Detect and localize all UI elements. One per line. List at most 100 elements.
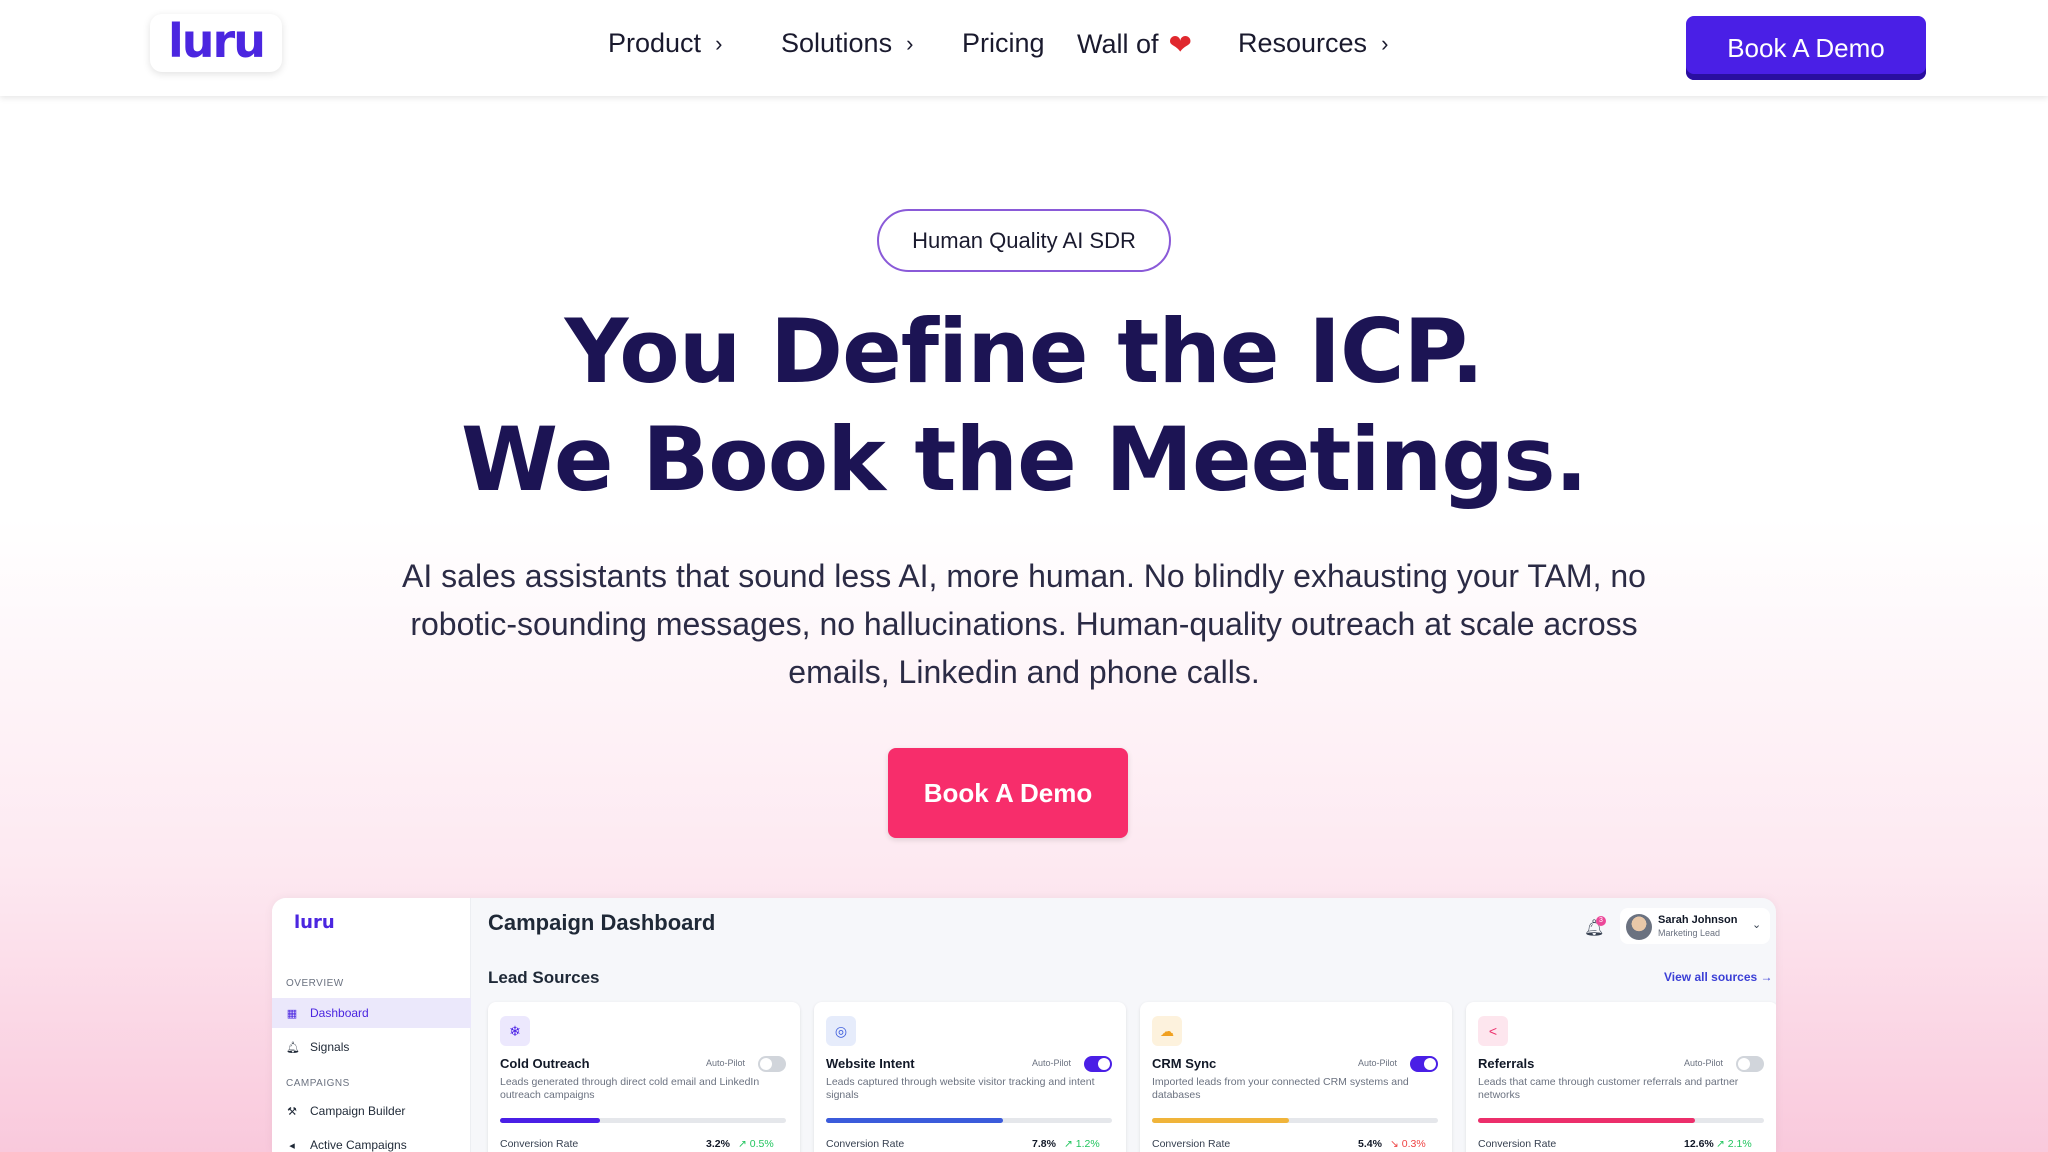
nav-pricing[interactable]: Pricing (962, 28, 1045, 59)
lead-source-icon: ◎ (826, 1016, 856, 1046)
sidebar-item-label: Signals (310, 1040, 350, 1054)
progress-fill (826, 1118, 1004, 1123)
toggle-knob (1424, 1058, 1436, 1070)
auto-pilot-label: Auto-Pilot (1684, 1058, 1724, 1068)
lead-source-icon: < (1478, 1016, 1508, 1046)
lead-source-icon: ❄ (500, 1016, 530, 1046)
lead-source-glyph: ☁ (1160, 1022, 1174, 1039)
dashboard-logo: luru (294, 912, 335, 933)
nav-wall-of-love[interactable]: Wall of ❤ (1077, 28, 1192, 61)
chevron-right-icon: › (906, 30, 914, 56)
trend-icon: ↗ (738, 1138, 747, 1150)
wrench-icon: ⚒ (287, 1105, 297, 1118)
conversion-rate-label: Conversion Rate (826, 1138, 905, 1150)
sidebar-item-label: Campaign Builder (310, 1104, 406, 1118)
conversion-delta-value: 1.2% (1075, 1138, 1100, 1150)
toggle-knob (760, 1058, 772, 1070)
lead-source-card[interactable]: ◎ Website Intent Auto-Pilot Leads captur… (814, 1002, 1126, 1152)
hero-badge: Human Quality AI SDR (877, 209, 1171, 272)
nav-pricing-label: Pricing (962, 28, 1045, 58)
auto-pilot-toggle[interactable] (1736, 1056, 1764, 1072)
lead-source-name: CRM Sync (1152, 1056, 1217, 1071)
grid-icon: ▦ (286, 1007, 298, 1020)
sidebar-item-label: Active Campaigns (310, 1138, 407, 1152)
toggle-knob (1738, 1058, 1750, 1070)
luru-logo[interactable]: luru (150, 14, 282, 72)
conversion-rate-label: Conversion Rate (500, 1138, 579, 1150)
megaphone-icon: ◂ (289, 1139, 295, 1152)
hero-title-line2: We Book the Meetings. (460, 408, 1588, 511)
auto-pilot-label: Auto-Pilot (706, 1058, 746, 1068)
auto-pilot-toggle[interactable] (1410, 1056, 1438, 1072)
sidebar-item-campaign-builder[interactable]: ⚒ Campaign Builder (272, 1096, 471, 1126)
auto-pilot-toggle[interactable] (1084, 1056, 1112, 1072)
notification-badge: 3 (1596, 916, 1606, 926)
sidebar-item-active-campaigns[interactable]: ◂ Active Campaigns (272, 1130, 471, 1152)
lead-source-description: Leads that came through customer referra… (1478, 1076, 1739, 1101)
nav-solutions-label: Solutions (781, 28, 893, 58)
dashboard-title: Campaign Dashboard (488, 910, 716, 935)
lead-source-description: Leads generated through direct cold emai… (500, 1076, 760, 1101)
nav-solutions[interactable]: Solutions › (781, 28, 913, 59)
nav-product[interactable]: Product › (608, 28, 722, 59)
sidebar-section-campaigns: CAMPAIGNS (286, 1078, 350, 1089)
nav-product-label: Product (608, 28, 702, 58)
progress-fill (1152, 1118, 1290, 1123)
progress-track (1152, 1118, 1438, 1123)
conversion-rate-label: Conversion Rate (1478, 1138, 1557, 1150)
nav-resources-label: Resources (1238, 28, 1368, 58)
conversion-delta: ↗ 0.5% (738, 1138, 774, 1150)
lead-source-card[interactable]: ❄ Cold Outreach Auto-Pilot Leads generat… (488, 1002, 800, 1152)
conversion-rate-value: 5.4% (1358, 1138, 1382, 1150)
trend-icon: ↗ (1064, 1138, 1073, 1150)
auto-pilot-toggle[interactable] (758, 1056, 786, 1072)
sidebar-section-overview: OVERVIEW (286, 978, 344, 989)
nav-resources[interactable]: Resources › (1238, 28, 1388, 59)
lead-source-name: Cold Outreach (500, 1056, 590, 1071)
auto-pilot-label: Auto-Pilot (1032, 1058, 1072, 1068)
book-demo-hero-button[interactable]: Book A Demo (888, 748, 1128, 838)
conversion-rate-value: 7.8% (1032, 1138, 1056, 1150)
progress-fill (1478, 1118, 1696, 1123)
progress-track (1478, 1118, 1764, 1123)
conversion-delta: ↗ 2.1% (1716, 1138, 1752, 1150)
chevron-right-icon: › (715, 30, 723, 56)
lead-source-card[interactable]: ☁ CRM Sync Auto-Pilot Imported leads fro… (1140, 1002, 1452, 1152)
nav-wall-label: Wall of (1077, 29, 1159, 59)
avatar (1626, 914, 1652, 940)
conversion-delta-value: 2.1% (1727, 1138, 1752, 1150)
sidebar-item-signals[interactable]: 🔔︎ Signals (272, 1032, 471, 1062)
user-name: Sarah Johnson (1658, 914, 1738, 926)
lead-source-glyph: ❄ (509, 1022, 521, 1039)
bell-icon: 🔔︎ (286, 1041, 300, 1054)
sidebar-item-dashboard[interactable]: ▦ Dashboard (272, 998, 471, 1028)
progress-fill (500, 1118, 601, 1123)
sidebar-item-label: Dashboard (310, 1006, 369, 1020)
dashboard-preview: luru OVERVIEW ▦ Dashboard 🔔︎ Signals CAM… (272, 898, 1776, 1152)
lead-source-name: Website Intent (826, 1056, 915, 1071)
book-demo-nav-button[interactable]: Book A Demo (1686, 16, 1926, 80)
conversion-rate-value: 3.2% (706, 1138, 730, 1150)
toggle-knob (1098, 1058, 1110, 1070)
logo-text: luru (168, 14, 266, 68)
lead-source-name: Referrals (1478, 1056, 1535, 1071)
trend-icon: ↘ (1390, 1138, 1399, 1150)
chevron-right-icon: › (1381, 30, 1389, 56)
chevron-down-icon: ⌄ (1752, 919, 1762, 931)
user-menu[interactable]: Sarah Johnson Marketing Lead ⌄ (1620, 908, 1770, 944)
trend-icon: ↗ (1716, 1138, 1725, 1150)
progress-track (500, 1118, 786, 1123)
conversion-delta: ↗ 1.2% (1064, 1138, 1100, 1150)
dashboard-sidebar: luru OVERVIEW ▦ Dashboard 🔔︎ Signals CAM… (272, 898, 471, 1152)
user-role: Marketing Lead (1658, 928, 1721, 938)
progress-track (826, 1118, 1112, 1123)
view-all-sources-link[interactable]: View all sources → (1664, 970, 1773, 984)
lead-source-card[interactable]: < Referrals Auto-Pilot Leads that came t… (1466, 1002, 1776, 1152)
lead-source-description: Imported leads from your connected CRM s… (1152, 1076, 1409, 1101)
conversion-rate-value: 12.6% (1684, 1138, 1714, 1150)
lead-source-glyph: ◎ (834, 1022, 848, 1039)
conversion-delta-value: 0.3% (1401, 1138, 1426, 1150)
lead-sources-title: Lead Sources (488, 968, 600, 987)
conversion-delta: ↘ 0.3% (1390, 1138, 1426, 1150)
hero-title-line1: You Define the ICP. (564, 300, 1485, 403)
